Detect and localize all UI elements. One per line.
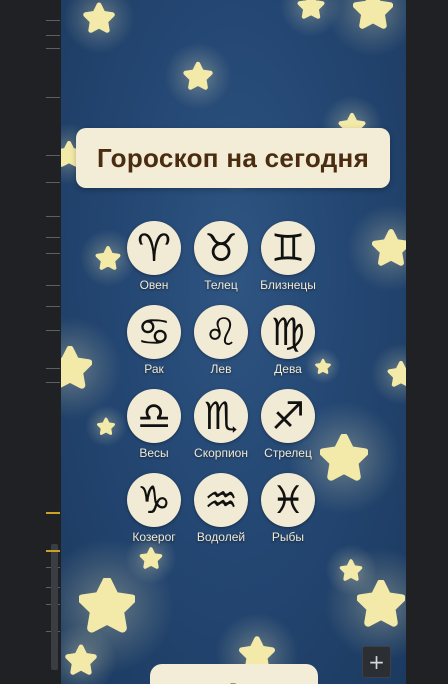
gemini-icon: ♊ [270, 226, 306, 270]
phone-screen: Гороскоп на сегодня ♈ Овен ♉ Телец ♊ Близнецы… [61, 0, 406, 684]
timeline-tick [46, 48, 60, 49]
timeline-tick [46, 155, 60, 156]
star-icon [372, 229, 406, 267]
sign-pisces[interactable]: ♓ Рыбы [248, 473, 328, 544]
star-icon [387, 360, 406, 388]
sign-label: Близнецы [260, 278, 316, 292]
page-title: Гороскоп на сегодня [96, 142, 370, 173]
star-icon [139, 546, 163, 570]
star-icon [339, 558, 363, 582]
pisces-icon: ♓ [270, 478, 306, 522]
star-icon [79, 578, 135, 634]
sign-sagittarius[interactable]: ♐ Стрелец [248, 389, 328, 460]
cancer-icon: ♋ [136, 310, 172, 354]
sign-label: Дева [274, 362, 302, 376]
title-card: Гороскоп на сегодня [76, 128, 390, 188]
star-icon [96, 416, 116, 436]
aquarius-icon: ♒ [203, 478, 239, 522]
star-icon [61, 346, 92, 390]
virgo-icon-circle: ♍ [261, 305, 315, 359]
timeline-tick [46, 35, 60, 36]
libra-icon: ♎ [136, 394, 172, 438]
capricorn-icon-circle: ♑ [127, 473, 181, 527]
sagittarius-icon-circle: ♐ [261, 389, 315, 443]
taurus-icon-circle: ♉ [194, 221, 248, 275]
timeline-tick [46, 285, 60, 286]
star-icon [353, 0, 393, 30]
sign-gemini[interactable]: ♊ Близнецы [248, 221, 328, 292]
timeline-tick [46, 330, 60, 331]
timeline-tick [46, 216, 60, 217]
timeline-tick [46, 97, 60, 98]
scorpio-icon-circle: ♏ [194, 389, 248, 443]
timeline-tick [46, 253, 60, 254]
aries-icon-circle: ♈ [127, 221, 181, 275]
virgo-icon: ♍ [270, 310, 306, 354]
leo-icon: ♌ [203, 310, 239, 354]
plus-icon: + [368, 650, 385, 674]
gemini-icon-circle: ♊ [261, 221, 315, 275]
sign-label: Стрелец [264, 446, 312, 460]
timeline-tick [46, 368, 60, 369]
star-icon [357, 580, 405, 628]
aquarius-icon-circle: ♒ [194, 473, 248, 527]
sagittarius-icon: ♐ [270, 394, 306, 438]
sign-virgo[interactable]: ♍ Дева [248, 305, 328, 376]
libra-icon-circle: ♎ [127, 389, 181, 443]
timeline-tick [46, 382, 60, 383]
timeline-position-marker [46, 550, 60, 552]
bottom-button-label: В [229, 680, 238, 684]
timeline-scrollbar[interactable] [51, 544, 58, 670]
star-icon [65, 644, 97, 676]
bottom-button[interactable]: В [150, 664, 318, 684]
timeline-tick [46, 306, 60, 307]
star-icon [297, 0, 325, 20]
star-icon [83, 2, 115, 34]
timeline-tick [46, 182, 60, 183]
sign-label: Рыбы [271, 530, 305, 544]
scorpio-icon: ♏ [203, 394, 239, 438]
leo-icon-circle: ♌ [194, 305, 248, 359]
pisces-icon-circle: ♓ [261, 473, 315, 527]
timeline-tick [46, 20, 60, 21]
cancer-icon-circle: ♋ [127, 305, 181, 359]
add-button[interactable]: + [362, 646, 391, 678]
capricorn-icon: ♑ [136, 478, 172, 522]
timeline-tick [46, 512, 60, 514]
taurus-icon: ♉ [203, 226, 239, 270]
star-icon [183, 61, 213, 91]
right-panel [406, 0, 448, 684]
aries-icon: ♈ [136, 226, 172, 270]
timeline-tick [46, 237, 60, 238]
